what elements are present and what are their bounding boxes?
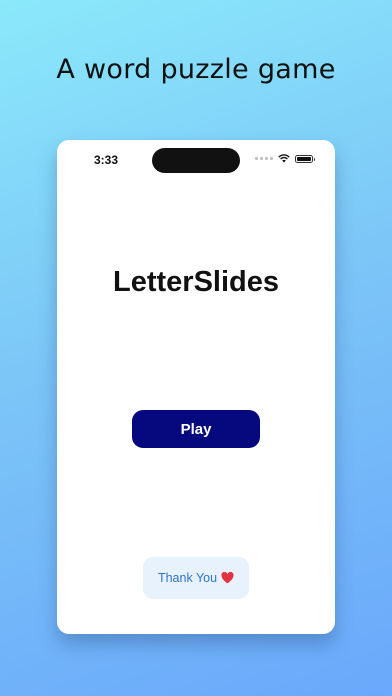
phone-screen: 3:33 LetterSlides Play Thank You [57, 140, 335, 634]
status-time: 3:33 [94, 153, 119, 167]
dynamic-island [152, 148, 240, 173]
marketing-headline: A word puzzle game [56, 54, 336, 85]
thank-you-label: Thank You [157, 571, 218, 585]
thank-you-button[interactable]: Thank You [143, 557, 249, 599]
wifi-icon [278, 154, 290, 163]
play-button[interactable]: Play [132, 410, 260, 448]
battery-icon [295, 154, 315, 163]
status-indicators [255, 154, 315, 163]
play-button-label: Play [180, 420, 212, 438]
heart-icon [221, 572, 234, 584]
signal-icon [255, 157, 273, 160]
app-title: LetterSlides [113, 266, 279, 298]
